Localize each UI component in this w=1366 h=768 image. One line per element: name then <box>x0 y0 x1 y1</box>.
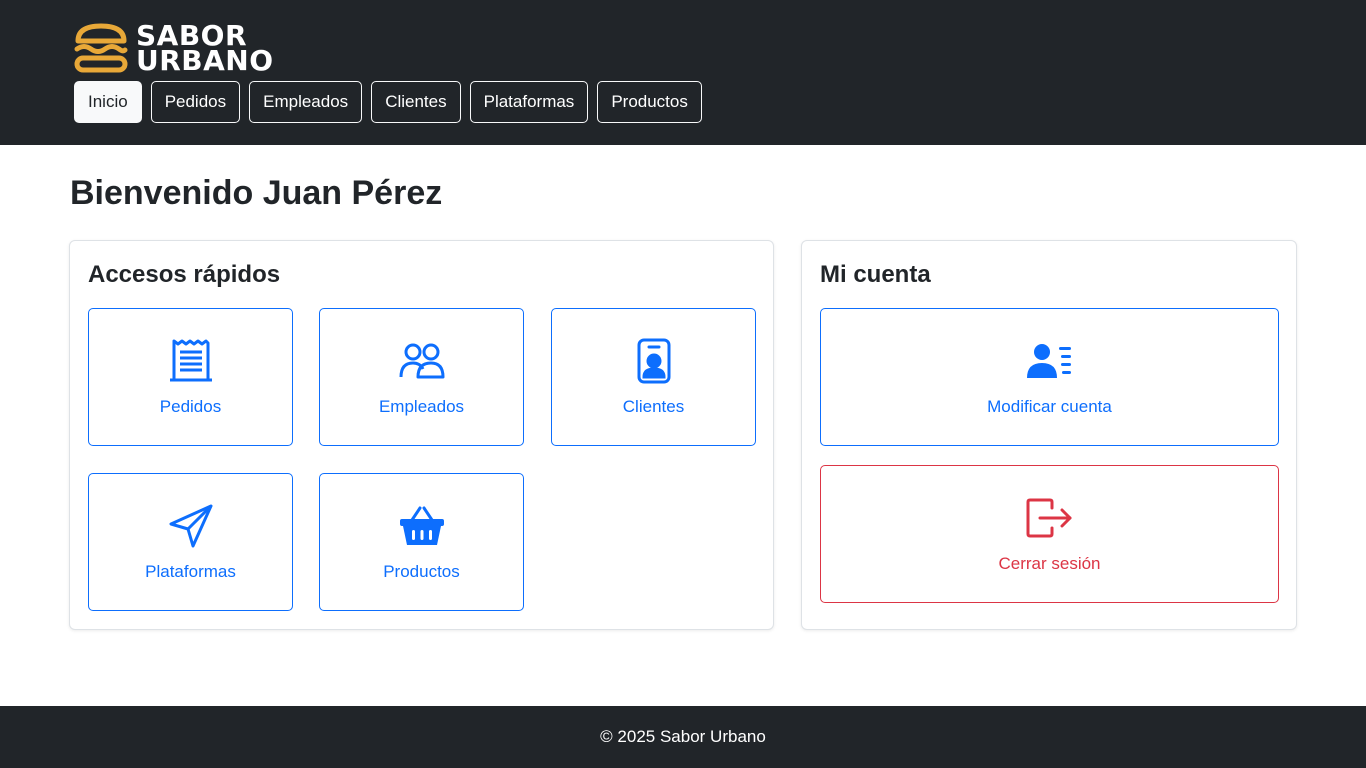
quick-access-title: Accesos rápidos <box>88 261 281 288</box>
tile-pedidos-label: Pedidos <box>159 397 222 416</box>
tile-productos[interactable]: Productos <box>319 473 524 611</box>
person-lines-icon <box>1026 337 1074 385</box>
account-title: Mi cuenta <box>820 261 931 288</box>
logout-label: Cerrar sesión <box>998 554 1101 573</box>
logout-button[interactable]: Cerrar sesión <box>820 465 1279 603</box>
page-title: Bienvenido Juan Pérez <box>70 174 443 212</box>
nav-inicio[interactable]: Inicio <box>74 81 142 123</box>
footer-copyright: © 2025 Sabor Urbano <box>600 727 766 746</box>
nav-plataformas[interactable]: Plataformas <box>469 81 589 123</box>
nav-empleados[interactable]: Empleados <box>249 81 363 123</box>
modify-account-button[interactable]: Modificar cuenta <box>820 308 1279 446</box>
person-badge-icon <box>630 337 678 385</box>
burger-icon <box>74 23 128 73</box>
receipt-icon <box>167 337 215 385</box>
send-icon <box>167 502 215 550</box>
brand-name: SABOR URBANO <box>136 22 274 77</box>
nav-pedidos[interactable]: Pedidos <box>150 81 241 123</box>
footer: © 2025 Sabor Urbano <box>0 706 1366 768</box>
quick-access-card: Accesos rápidos Pedidos Empleados Client… <box>69 240 774 630</box>
account-card: Mi cuenta Modificar cuenta Cerrar sesión <box>801 240 1297 630</box>
tile-clientes[interactable]: Clientes <box>551 308 756 446</box>
tile-clientes-label: Clientes <box>622 397 685 416</box>
brand-logo[interactable]: SABOR URBANO <box>74 22 274 77</box>
brand-line-2: URBANO <box>136 44 274 77</box>
tile-productos-label: Productos <box>383 562 460 581</box>
tile-plataformas-label: Plataformas <box>145 562 236 581</box>
tile-empleados[interactable]: Empleados <box>319 308 524 446</box>
main-nav: Inicio Pedidos Empleados Clientes Plataf… <box>74 81 702 123</box>
basket-icon <box>398 502 446 550</box>
tile-pedidos[interactable]: Pedidos <box>88 308 293 446</box>
modify-account-label: Modificar cuenta <box>987 397 1112 416</box>
tile-plataformas[interactable]: Plataformas <box>88 473 293 611</box>
top-navbar: SABOR URBANO Inicio Pedidos Empleados Cl… <box>0 0 1366 145</box>
box-arrow-right-icon <box>1026 494 1074 542</box>
nav-productos[interactable]: Productos <box>597 81 702 123</box>
tile-empleados-label: Empleados <box>378 397 465 416</box>
nav-clientes[interactable]: Clientes <box>371 81 461 123</box>
people-icon <box>398 337 446 385</box>
